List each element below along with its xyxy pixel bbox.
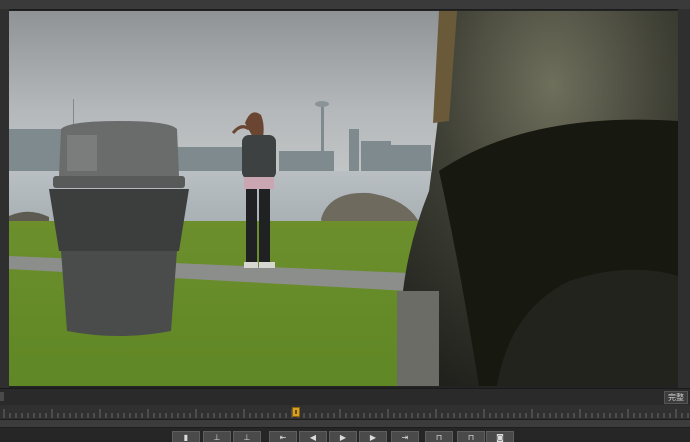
fit-dropdown[interactable]: 完整: [664, 391, 688, 404]
program-monitor-viewer[interactable]: [9, 11, 678, 386]
viewer-status-bar: 完整: [0, 388, 690, 405]
scrub-track[interactable]: [0, 419, 690, 428]
trash-can: [49, 121, 189, 336]
go-to-in-icon: ⇤: [279, 433, 287, 442]
play-button[interactable]: ▶: [329, 431, 357, 442]
mark-out-button[interactable]: ⊥: [203, 431, 231, 442]
transport-controls: ▮ ⊥ ⊥ ⇤ ◀ ▶ ▶ ⇥ ⊓ ⊓ ◙: [0, 428, 690, 442]
playhead-notch: [295, 410, 297, 414]
play-icon: ▶: [339, 433, 347, 442]
mark-in-icon: ▮: [183, 433, 189, 442]
export-frame-button[interactable]: ◙: [486, 431, 514, 442]
camera-icon: ◙: [496, 433, 504, 442]
step-forward-button[interactable]: ▶: [359, 431, 387, 442]
insert-icon: ⊓: [435, 433, 443, 442]
marker-icon: ⊥: [243, 433, 251, 442]
step-back-button[interactable]: ◀: [299, 431, 327, 442]
overwrite-button[interactable]: ⊓: [457, 431, 485, 442]
viewer-right-border: [678, 9, 690, 389]
go-to-in-button[interactable]: ⇤: [269, 431, 297, 442]
time-ruler-ticks: [3, 409, 689, 418]
car-fender: [397, 11, 678, 386]
mark-in-button[interactable]: ▮: [172, 431, 200, 442]
insert-button[interactable]: ⊓: [425, 431, 453, 442]
playhead[interactable]: [292, 407, 300, 417]
panel-title-bar: [0, 0, 690, 10]
video-frame: [9, 11, 678, 386]
overwrite-icon: ⊓: [467, 433, 475, 442]
zoom-handle[interactable]: [0, 392, 4, 401]
time-ruler[interactable]: [0, 405, 690, 419]
mark-out-icon: ⊥: [213, 433, 221, 442]
step-back-icon: ◀: [309, 433, 317, 442]
add-marker-button[interactable]: ⊥: [233, 431, 261, 442]
viewer-left-border: [0, 9, 9, 389]
step-forward-icon: ▶: [369, 433, 377, 442]
go-to-out-button[interactable]: ⇥: [391, 431, 419, 442]
go-to-out-icon: ⇥: [401, 433, 409, 442]
